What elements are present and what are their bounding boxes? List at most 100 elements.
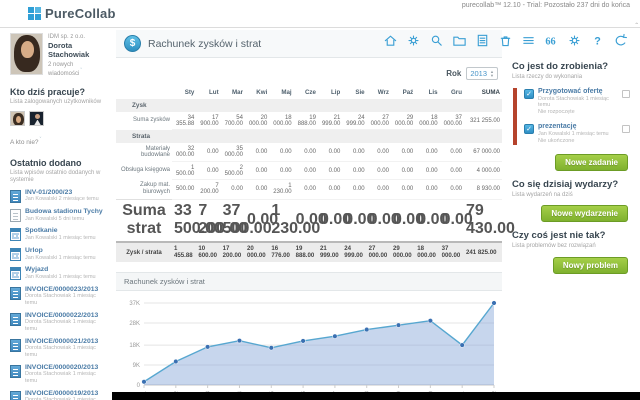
- cell-value: 0.00: [269, 162, 293, 180]
- cell-value: 0.00: [245, 143, 269, 162]
- cell-value: 0.00: [440, 143, 464, 162]
- column-header: Lip: [318, 86, 342, 99]
- recent-list: INV-01/2000/23Jan Kowalski 2 miesiące te…: [10, 189, 107, 400]
- cell-value: 0.00: [391, 199, 415, 242]
- item-meta: Dorota Stachowiak 1 miesiąc temu: [25, 371, 107, 384]
- item-title: Spotkanie: [25, 227, 96, 235]
- table-row: Suma zysków34 355.8817 900.0054 700.0020…: [116, 112, 502, 130]
- cell-value: 1 455.88: [172, 242, 196, 262]
- item-title: Urlop: [25, 247, 96, 255]
- item-meta: Dorota Stachowiak 1 miesiąc temu: [25, 293, 107, 306]
- cell-value: 0.00: [294, 162, 318, 180]
- cell-value: 17 200.00: [221, 242, 245, 262]
- list-item[interactable]: INVOICE/0000022/2013Dorota Stachowiak 1 …: [10, 312, 107, 333]
- column-header: Mar: [221, 86, 245, 99]
- row-label: Suma zysków: [116, 112, 172, 130]
- purecollab-logo[interactable]: PureCollab: [28, 6, 116, 21]
- cell-value: 7 200.00: [196, 199, 220, 242]
- list-item[interactable]: SpotkanieJan Kowalski 1 miesiąc temu: [10, 227, 107, 241]
- column-header: SUMA: [464, 86, 502, 99]
- task-item[interactable]: ✓prezentacjęJan Kowalski 1 miesiąc temuN…: [524, 123, 630, 145]
- cell-value: 33 500.00: [172, 199, 196, 242]
- screen-letterbox: [112, 392, 640, 400]
- check-icon[interactable]: ✓: [524, 124, 534, 134]
- cell-value: 0.00: [221, 180, 245, 199]
- cell-value: 37 500.00: [221, 199, 245, 242]
- list-item[interactable]: UrlopJan Kowalski 1 miesiąc temu: [10, 247, 107, 261]
- item-meta: Jan Kowalski 1 miesiąc temu: [25, 274, 96, 281]
- messages-link[interactable]: 2 nowych wiadomościˇ: [48, 62, 107, 77]
- cell-value: 1 230.00: [269, 180, 293, 199]
- task-meta: Jan Kowalski 1 miesiąc temu: [538, 131, 609, 138]
- avatar[interactable]: [29, 111, 44, 126]
- avatar[interactable]: [10, 111, 25, 126]
- new-issue-button[interactable]: Nowy problem: [553, 257, 628, 274]
- task-checkbox[interactable]: [622, 125, 630, 133]
- list-item[interactable]: WyjazdJan Kowalski 1 miesiąc temu: [10, 266, 107, 280]
- task-title: Przygotować ofertę: [538, 88, 618, 96]
- settings-icon[interactable]: [566, 32, 582, 48]
- item-title: INVOICE/0000020/2013: [25, 364, 107, 372]
- chart-panel: Rachunek zysków i strat 09K18K28K37K2013…: [116, 272, 502, 400]
- column-header: Gru: [440, 86, 464, 99]
- search-icon[interactable]: [428, 32, 444, 48]
- cell-value: 1 230.00: [269, 199, 293, 242]
- invoice-icon: [10, 365, 21, 378]
- task-checkbox[interactable]: [622, 90, 630, 98]
- cell-value: 0.00: [318, 180, 342, 199]
- list-item[interactable]: INV-01/2000/23Jan Kowalski 2 miesiące te…: [10, 189, 107, 203]
- column-header: Sie: [342, 86, 366, 99]
- cell-value: 500.00: [172, 180, 196, 199]
- new-task-button[interactable]: Nowe zadanie: [555, 154, 628, 171]
- logo-text: PureCollab: [45, 6, 116, 21]
- list-item[interactable]: Budowa stadionu TychyJan Kowalski 5 dni …: [10, 208, 107, 222]
- section-label: Strata: [116, 130, 502, 144]
- main-area: IDM sp. z o.o. Dorota Stachowiak 2 nowyc…: [0, 28, 640, 392]
- list-item[interactable]: INVOICE/0000023/2013Dorota Stachowiak 1 …: [10, 286, 107, 307]
- item-title: Wyjazd: [25, 266, 96, 274]
- cell-value: 0.00: [415, 143, 439, 162]
- cell-value: 27 000.00: [367, 242, 391, 262]
- item-title: Budowa stadionu Tychy: [25, 208, 103, 216]
- who-not-link[interactable]: A kto nie?ˇ: [10, 137, 41, 146]
- gear-icon[interactable]: [405, 32, 421, 48]
- cell-value: 0.00: [196, 162, 220, 180]
- svg-text:28K: 28K: [129, 321, 140, 327]
- collapse-icon[interactable]: ˆ: [635, 22, 638, 31]
- user-name: Dorota Stachowiak: [48, 41, 107, 59]
- quote-icon[interactable]: 66: [543, 32, 559, 48]
- who-works-subtitle: Lista zalogowanych użytkowników: [10, 99, 107, 107]
- list-item[interactable]: INVOICE/0000019/2013Dorota Stachowiak 1 …: [10, 390, 107, 400]
- cell-value: 0.00: [294, 143, 318, 162]
- task-item[interactable]: ✓Przygotować ofertęDorota Stachowiak 1 m…: [524, 88, 630, 117]
- user-profile[interactable]: IDM sp. z o.o. Dorota Stachowiak 2 nowyc…: [10, 33, 107, 77]
- report-title: Rachunek zysków i strat: [148, 38, 261, 50]
- cell-value: 0.00: [415, 162, 439, 180]
- undo-icon[interactable]: [612, 32, 628, 48]
- menu-icon[interactable]: [520, 32, 536, 48]
- list-item[interactable]: INVOICE/0000021/2013Dorota Stachowiak 1 …: [10, 338, 107, 359]
- item-title: INVOICE/0000022/2013: [25, 312, 107, 320]
- check-icon[interactable]: ✓: [524, 89, 534, 99]
- year-select[interactable]: 2013 ▲▼: [466, 67, 498, 80]
- task-status: Nie ukończone: [538, 138, 609, 145]
- item-title: INV-01/2000/23: [25, 189, 99, 197]
- cell-value: 1 500.00: [172, 162, 196, 180]
- issues-title: Czy coś jest nie tak?: [512, 230, 630, 241]
- cell-value: 0.00: [245, 180, 269, 199]
- cell-value: 4 000.00: [464, 162, 502, 180]
- new-event-button[interactable]: Nowe wydarzenie: [541, 205, 628, 222]
- cell-value: 79 430.00: [464, 199, 502, 242]
- cell-value: 32 000.00: [172, 143, 196, 162]
- document-icon[interactable]: [474, 32, 490, 48]
- spinner-icons[interactable]: ▲▼: [490, 70, 494, 77]
- trash-icon[interactable]: [497, 32, 513, 48]
- cell-value: 0.00: [342, 162, 366, 180]
- folder-icon[interactable]: [451, 32, 467, 48]
- cell-value: 21 999.00: [318, 242, 342, 262]
- cell-value: 0.00: [245, 162, 269, 180]
- home-icon[interactable]: [382, 32, 398, 48]
- help-icon[interactable]: ?: [589, 32, 605, 48]
- list-item[interactable]: INVOICE/0000020/2013Dorota Stachowiak 1 …: [10, 364, 107, 385]
- cell-value: 18 000.00: [415, 112, 439, 130]
